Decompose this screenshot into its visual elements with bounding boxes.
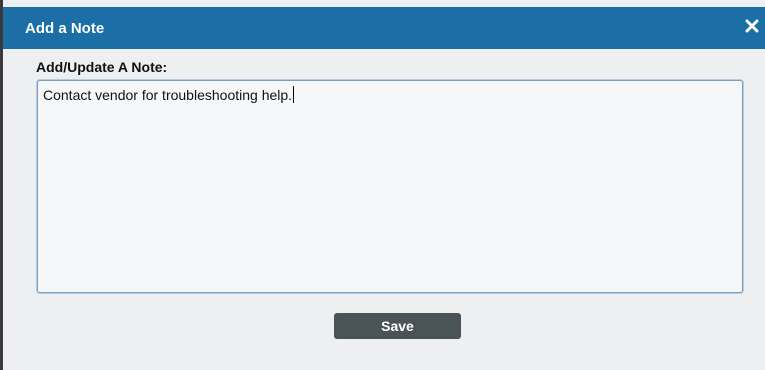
save-button[interactable]: Save bbox=[334, 313, 461, 339]
note-label: Add/Update A Note: bbox=[36, 59, 168, 75]
note-text: Contact vendor for troubleshooting help. bbox=[43, 87, 293, 103]
note-textarea[interactable]: Contact vendor for troubleshooting help. bbox=[37, 80, 743, 293]
dialog-titlebar: Add a Note bbox=[3, 7, 765, 49]
text-caret bbox=[293, 86, 295, 103]
add-note-dialog: Add a Note Add/Update A Note: Contact ve… bbox=[0, 0, 765, 370]
close-icon[interactable] bbox=[743, 17, 761, 35]
dialog-title: Add a Note bbox=[25, 20, 105, 37]
